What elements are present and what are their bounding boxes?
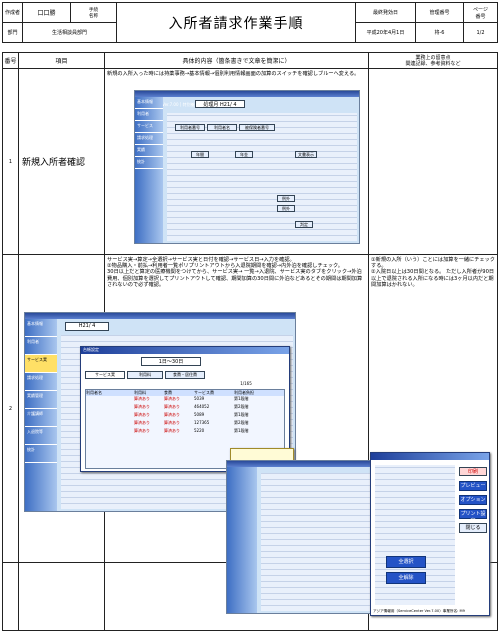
tab[interactable]: 食費・居住費 <box>165 371 205 379</box>
sidebar-item[interactable]: サービス実 <box>25 355 57 373</box>
sidebar-item[interactable]: 基本情報 <box>135 97 163 109</box>
table-row[interactable]: 算済あり 算済あり 464052 第2段階 <box>86 404 284 412</box>
sidebar-item[interactable]: 実績管理 <box>25 391 57 409</box>
dept-label: 部門 <box>2 22 23 43</box>
close-button[interactable]: 閉じる <box>459 523 487 533</box>
table-row[interactable]: 算済あり 算済あり 127365 第2段階 <box>86 420 284 428</box>
owner-label: 作成者 <box>2 2 23 23</box>
page-title: 入所者請求作業手順 <box>116 2 356 43</box>
sidebar-item[interactable]: 基本情報 <box>25 319 57 337</box>
document-sheet: 作成者 口口勝 手続 名称 入所者請求作業手順 最終発効日 管理番号 ページ 番… <box>0 0 500 631</box>
row-number: 2 <box>2 254 19 563</box>
header-table: 作成者 口口勝 手続 名称 入所者請求作業手順 最終発効日 管理番号 ページ 番… <box>2 2 498 43</box>
preview-button[interactable]: プレビュー <box>459 481 487 491</box>
date-label: 最終発効日 <box>355 2 416 23</box>
row-item: 新規入所者確認 <box>18 68 105 255</box>
mgmt-value: 将-6 <box>415 22 464 43</box>
signer-label: 手続 名称 <box>70 2 117 23</box>
table-row[interactable]: 算済あり 算済あり 5220 第1段階 <box>86 428 284 436</box>
dialog-print: 印刷 プレビュー オプション プリント設定 閉じる アジア情報用（Service… <box>370 452 490 616</box>
dept-value: 生活相談員部門 <box>22 22 117 43</box>
tab[interactable]: 年金 <box>235 151 253 158</box>
sidebar-item[interactable]: 介護講師 <box>25 409 57 427</box>
tab[interactable]: 文書表示 <box>295 151 317 158</box>
sidebar-item[interactable]: 利用者 <box>25 337 57 355</box>
col-no-header: 番号 <box>2 52 19 69</box>
sidebar-item[interactable]: 入退院等 <box>25 427 57 445</box>
print-setup-button[interactable]: プリント設定 <box>459 509 487 524</box>
col-content-header: 具体的内容（箇条書きで文章を簡潔に） <box>104 52 369 69</box>
screenshot-1: 介護システム Ver.7.00 [ 特別養護老人ホーム ] 基本情報 利用者 サ… <box>134 90 360 244</box>
screenshot-3 <box>226 460 374 614</box>
action-button[interactable]: 例外 <box>277 195 295 202</box>
range-box[interactable]: 1日〜30日 <box>141 357 201 366</box>
sidebar-item[interactable]: 請求処理 <box>135 133 163 145</box>
titlebar: 介護システム <box>25 313 295 329</box>
sidebar <box>227 467 257 613</box>
tab[interactable]: 年間 <box>191 151 209 158</box>
col-notes-header: 業務上の留意点 関連記録、参考資料など <box>368 52 498 69</box>
options-area <box>375 465 455 605</box>
sidebar-item[interactable]: 請求処理 <box>25 373 57 391</box>
owner-value: 口口勝 <box>22 2 71 23</box>
page-value: 1/2 <box>463 22 498 43</box>
sidebar-item[interactable]: サービス <box>135 121 163 133</box>
sidebar: 基本情報 利用者 サービス 請求処理 実績 統計 <box>135 97 163 243</box>
tab[interactable]: サービス実 <box>85 371 125 379</box>
table-row[interactable]: 算済あり 算済あり 5039 第1段階 <box>86 396 284 404</box>
date-value: 平成20年4月1日 <box>355 22 416 43</box>
month-box[interactable]: 処理月 H21/ 4 <box>195 100 245 108</box>
dialog-title: 台帳設定 <box>81 347 289 354</box>
label-box: 被保険者番号 <box>239 124 275 131</box>
sidebar-item[interactable]: 実績 <box>135 145 163 157</box>
row-text: 新規の入所入った時には持薬事務→基本情報→個別利用情報画面の加算のスイッチを確認… <box>107 71 360 77</box>
status-bar: アジア情報用（ServiceCenter Ver.7.00）事業所名: M9 <box>373 608 465 613</box>
month-box[interactable]: H21/ 4 <box>65 322 109 331</box>
form-area <box>261 473 371 611</box>
sidebar-item[interactable]: 利用者 <box>135 109 163 121</box>
mgmt-label: 管理番号 <box>415 2 464 23</box>
label-box: 利用者名 <box>207 124 237 131</box>
action-button[interactable]: 判定 <box>295 221 313 228</box>
row-notes <box>368 68 498 255</box>
tab[interactable]: 利用料 <box>127 371 163 379</box>
form-area <box>167 113 357 241</box>
print-button[interactable]: 印刷 <box>459 467 487 476</box>
col-item-header: 項目 <box>18 52 105 69</box>
action-button[interactable]: 例外 <box>277 205 295 212</box>
sidebar-item[interactable]: 統計 <box>135 157 163 169</box>
option-button[interactable]: オプション <box>459 495 487 505</box>
table-row[interactable]: 算済あり 算済あり 5089 第1段階 <box>86 412 284 420</box>
row-text: サービス実→算定→全選択→サービス実と日付を確認→サービス日→入力を確認。 ②物… <box>107 257 363 288</box>
row-number: 1 <box>2 68 19 255</box>
select-all-button[interactable]: 全選択 <box>386 556 426 568</box>
label-box: 利用者番号 <box>175 124 205 131</box>
dialog-title <box>371 453 489 460</box>
count-label: 1/165 <box>240 381 252 386</box>
page-label: ページ 番号 <box>463 2 498 23</box>
sidebar-item[interactable]: 統計 <box>25 445 57 463</box>
deselect-all-button[interactable]: 全解除 <box>386 572 426 584</box>
sidebar: 基本情報 利用者 サービス実 請求処理 実績管理 介護講師 入退院等 統計 <box>25 319 57 511</box>
titlebar: 介護システム Ver.7.00 [ 特別養護老人ホーム ] <box>135 91 359 107</box>
